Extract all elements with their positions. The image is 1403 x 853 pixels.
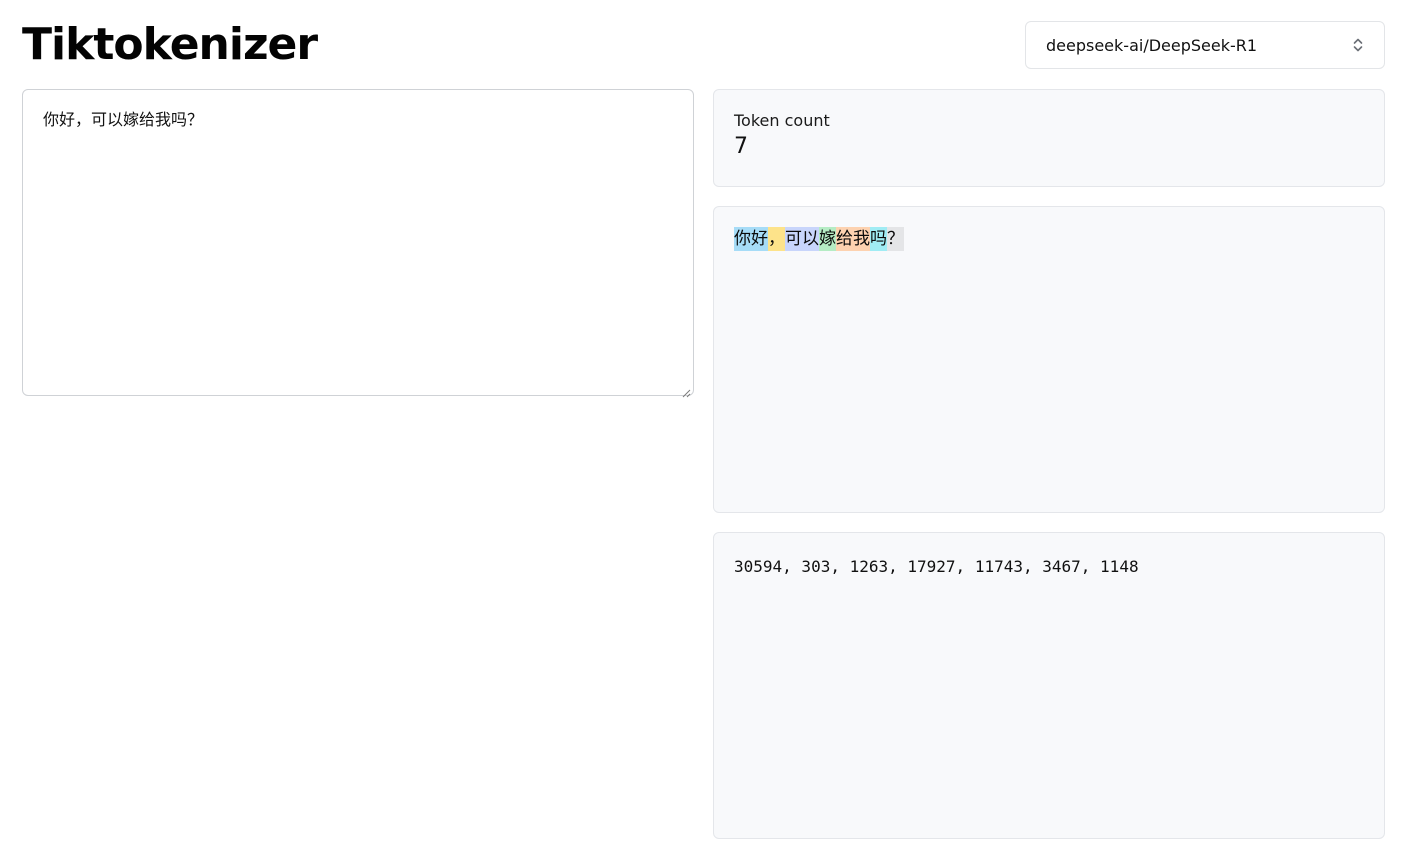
- token-chip[interactable]: 给我: [836, 227, 870, 251]
- app-title: Tiktokenizer: [22, 19, 318, 70]
- input-textarea[interactable]: 你好，可以嫁给我吗？: [43, 108, 673, 377]
- token-chip[interactable]: 吗: [870, 227, 887, 251]
- token-chip[interactable]: 你好: [734, 227, 768, 251]
- model-select-value: deepseek-ai/DeepSeek-R1: [1046, 35, 1258, 55]
- token-count-label: Token count: [734, 111, 830, 130]
- token-ids-panel: 30594, 303, 1263, 17927, 11743, 3467, 11…: [713, 532, 1385, 839]
- token-visualization-panel: 你好，可以嫁给我吗？: [713, 206, 1385, 513]
- token-chip[interactable]: 可以: [785, 227, 819, 251]
- token-count-value: 7: [734, 134, 748, 159]
- model-select[interactable]: deepseek-ai/DeepSeek-R1: [1025, 21, 1385, 69]
- input-text-container: 你好，可以嫁给我吗？: [22, 89, 694, 398]
- token-count-panel: Token count 7: [713, 89, 1385, 187]
- token-chip[interactable]: 嫁: [819, 227, 836, 251]
- token-ids-text: 30594, 303, 1263, 17927, 11743, 3467, 11…: [734, 557, 1139, 576]
- token-chip[interactable]: ？: [887, 227, 904, 251]
- tiktokenizer-page: Tiktokenizer deepseek-ai/DeepSeek-R1 你好，…: [0, 0, 1403, 853]
- token-chip[interactable]: ，: [768, 227, 785, 251]
- chevron-up-down-icon: [1352, 36, 1364, 54]
- token-list: 你好，可以嫁给我吗？: [734, 227, 1364, 251]
- resize-handle-icon[interactable]: [681, 383, 691, 398]
